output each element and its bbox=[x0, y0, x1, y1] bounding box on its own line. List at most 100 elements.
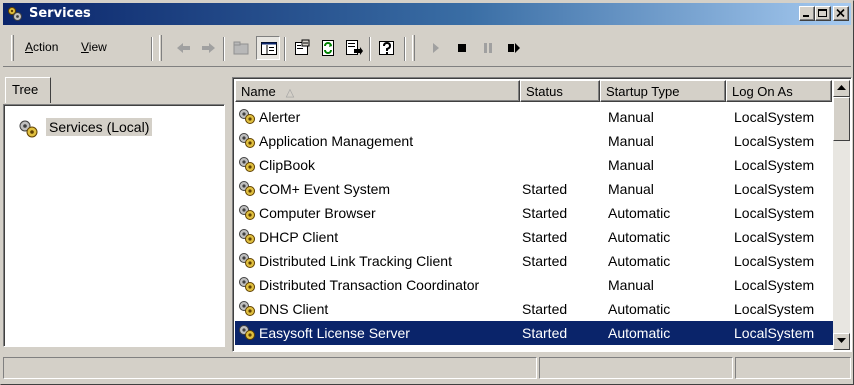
status-panel bbox=[3, 357, 537, 379]
table-row[interactable]: COM+ Event System Started Manual LocalSyste… bbox=[235, 177, 833, 201]
toolbar-grip[interactable] bbox=[159, 35, 162, 61]
service-log-on-as: LocalSystem bbox=[734, 133, 815, 149]
start-service-icon bbox=[433, 43, 439, 53]
service-name: Distributed Link Tracking Client bbox=[259, 253, 452, 269]
services-list[interactable]: Name △ Status Startup Type Log On As Aler… bbox=[232, 77, 852, 352]
service-gear-icon bbox=[237, 155, 257, 178]
show-hide-tree-button[interactable] bbox=[256, 36, 280, 60]
service-startup-type: Automatic bbox=[608, 253, 671, 269]
service-startup-type: Automatic bbox=[608, 325, 671, 341]
stop-service-button[interactable] bbox=[450, 36, 474, 60]
toolbar-grip[interactable] bbox=[11, 35, 14, 61]
scroll-thumb[interactable] bbox=[833, 97, 850, 141]
close-button[interactable] bbox=[833, 6, 849, 21]
status-bar bbox=[3, 357, 851, 381]
service-log-on-as: LocalSystem bbox=[734, 109, 815, 125]
forward-button[interactable] bbox=[196, 36, 220, 60]
pause-service-icon bbox=[484, 43, 492, 53]
service-name: DNS Client bbox=[259, 301, 329, 317]
start-service-button[interactable] bbox=[424, 36, 448, 60]
menu-action[interactable]: Action bbox=[25, 40, 58, 54]
sort-ascending-icon: △ bbox=[285, 87, 295, 99]
forward-arrow-icon bbox=[202, 43, 215, 53]
service-gear-icon bbox=[237, 323, 257, 346]
toolbar-separator bbox=[284, 37, 286, 61]
table-row[interactable]: DHCP Client Started Automatic LocalSystem bbox=[235, 225, 833, 249]
service-name: Distributed Transaction Coordinator bbox=[259, 277, 480, 293]
service-name: Alerter bbox=[259, 109, 301, 125]
service-name: COM+ Event System bbox=[259, 181, 391, 197]
column-header-name[interactable]: Name △ bbox=[235, 80, 520, 102]
arrow-down-icon bbox=[837, 338, 846, 343]
refresh-button[interactable] bbox=[316, 36, 340, 60]
service-startup-type: Manual bbox=[608, 181, 654, 197]
table-row[interactable]: ClipBook Manual LocalSystem bbox=[235, 153, 833, 177]
back-arrow-icon bbox=[177, 43, 190, 53]
service-name: Easysoft License Server bbox=[259, 325, 410, 341]
properties-button[interactable] bbox=[290, 36, 314, 60]
service-gear-icon bbox=[237, 275, 257, 298]
minimize-button[interactable] bbox=[799, 6, 815, 21]
column-header-startup-type[interactable]: Startup Type bbox=[600, 80, 726, 102]
service-log-on-as: LocalSystem bbox=[734, 181, 815, 197]
service-log-on-as: LocalSystem bbox=[734, 301, 815, 317]
vertical-scrollbar[interactable] bbox=[833, 80, 850, 350]
service-log-on-as: LocalSystem bbox=[734, 325, 815, 341]
service-status: Started bbox=[522, 181, 568, 197]
service-startup-type: Manual bbox=[608, 277, 654, 293]
scroll-up-button[interactable] bbox=[833, 80, 850, 97]
service-status: Started bbox=[522, 205, 568, 221]
status-panel bbox=[539, 357, 733, 379]
service-gear-icon bbox=[237, 251, 257, 274]
service-startup-type: Automatic bbox=[608, 301, 671, 317]
tree-item-label: Services (Local) bbox=[46, 118, 153, 136]
column-header-status[interactable]: Status bbox=[520, 80, 600, 102]
tab-tree[interactable]: Tree bbox=[5, 77, 51, 103]
toolbar-separator bbox=[369, 37, 371, 61]
tree-pane[interactable]: Services (Local) bbox=[3, 104, 225, 347]
table-row[interactable]: Distributed Transaction Coordinator Manua… bbox=[235, 273, 833, 297]
properties-icon bbox=[295, 39, 310, 55]
export-list-button[interactable] bbox=[342, 36, 366, 60]
service-startup-type: Manual bbox=[608, 133, 654, 149]
table-row[interactable]: Easysoft License Server Started Automatic L… bbox=[235, 321, 833, 345]
service-gear-icon bbox=[237, 107, 257, 130]
restart-service-button[interactable] bbox=[502, 36, 526, 60]
service-name: ClipBook bbox=[259, 157, 316, 173]
service-name: Application Management bbox=[259, 133, 414, 149]
status-panel bbox=[735, 357, 851, 379]
pause-service-button[interactable] bbox=[476, 36, 500, 60]
services-window: Services Action View Tree Services (Loca… bbox=[0, 0, 854, 385]
up-level-button[interactable] bbox=[229, 36, 253, 60]
table-row[interactable]: DNS Client Started Automatic LocalSystem bbox=[235, 297, 833, 321]
table-row[interactable]: Computer Browser Started Automatic LocalSys… bbox=[235, 201, 833, 225]
table-row[interactable]: Application Management Manual LocalSystem bbox=[235, 129, 833, 153]
window-title: Services bbox=[29, 6, 91, 21]
service-status: Started bbox=[522, 301, 568, 317]
export-list-icon bbox=[346, 40, 363, 55]
toolbar-separator bbox=[223, 37, 225, 61]
toolbar-separator bbox=[151, 37, 153, 61]
service-status: Started bbox=[522, 325, 568, 341]
back-button[interactable] bbox=[172, 36, 196, 60]
toolbar-grip[interactable] bbox=[412, 35, 415, 61]
maximize-button[interactable] bbox=[815, 6, 831, 21]
service-startup-type: Automatic bbox=[608, 229, 671, 245]
help-button[interactable] bbox=[375, 36, 399, 60]
toolbar: Action View bbox=[3, 27, 851, 67]
table-row[interactable]: Alerter Manual LocalSystem bbox=[235, 105, 833, 129]
service-log-on-as: LocalSystem bbox=[734, 229, 815, 245]
up-level-icon bbox=[233, 41, 249, 55]
service-log-on-as: LocalSystem bbox=[734, 253, 815, 269]
services-gear-icon bbox=[7, 6, 23, 22]
toolbar-separator bbox=[404, 37, 406, 61]
scroll-down-button[interactable] bbox=[833, 333, 850, 350]
refresh-icon bbox=[322, 40, 334, 56]
service-gear-icon bbox=[237, 203, 257, 226]
title-bar[interactable]: Services bbox=[3, 3, 851, 25]
column-header-log-on-as[interactable]: Log On As bbox=[726, 80, 832, 102]
table-row[interactable]: Distributed Link Tracking Client Started A… bbox=[235, 249, 833, 273]
menu-view[interactable]: View bbox=[81, 40, 107, 54]
service-startup-type: Manual bbox=[608, 109, 654, 125]
service-log-on-as: LocalSystem bbox=[734, 157, 815, 173]
